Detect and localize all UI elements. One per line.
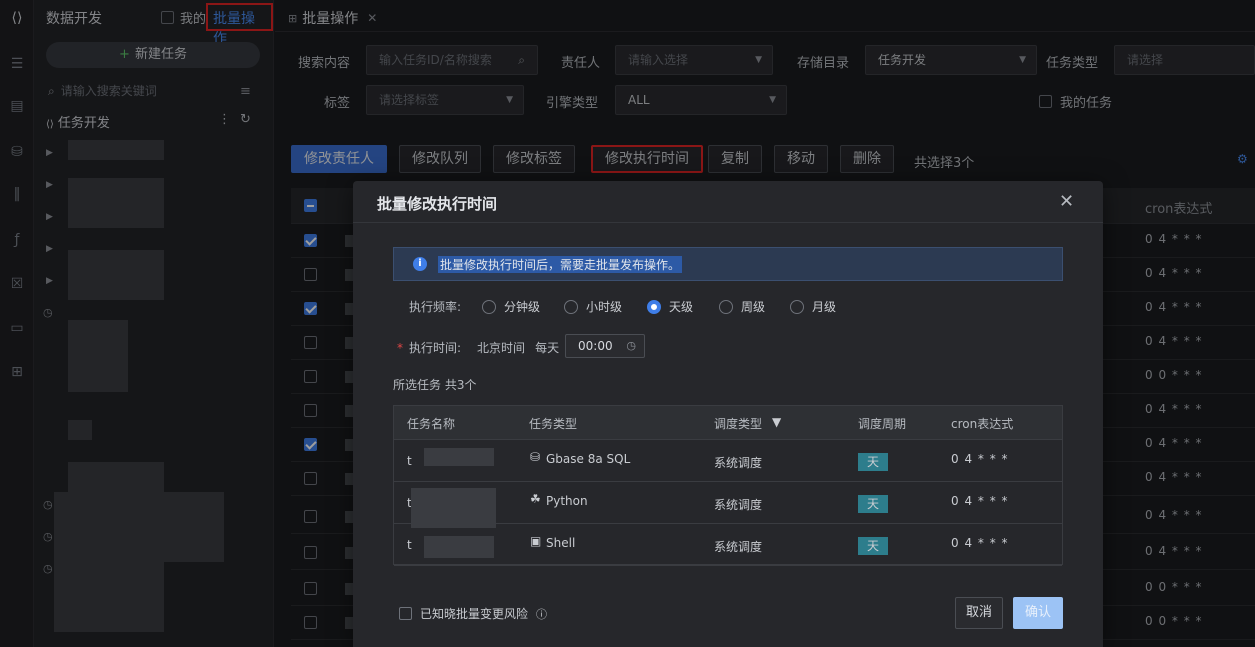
close-icon[interactable]: ✕: [1059, 191, 1074, 212]
time-picker[interactable]: 00:00 ◷: [565, 334, 645, 358]
table-row[interactable]: t Shell 系统调度 0 4 * * * ▣ 天: [394, 524, 1062, 566]
period-badge: 天: [858, 453, 888, 471]
cron-cell: 0 4 * * *: [951, 452, 1009, 466]
time-value: 00:00: [578, 339, 613, 353]
alert-text: 批量修改执行时间后，需要走批量发布操作。: [438, 256, 683, 273]
col-cron: cron表达式: [951, 417, 1014, 431]
blurred-task-name: [424, 448, 494, 466]
radio-label: 周级: [741, 300, 766, 314]
radio-button[interactable]: [647, 299, 661, 314]
col-period: 调度周期: [858, 417, 907, 431]
frequency-label: 执行频率:: [409, 300, 462, 314]
sched-type-cell: 系统调度: [714, 456, 763, 470]
table-header: 任务名称 任务类型 调度类型 ▼ 调度周期 cron表达式: [394, 406, 1062, 440]
sched-type-cell: 系统调度: [714, 498, 763, 512]
database-icon: ⛁: [530, 450, 541, 464]
clock-icon: ◷: [626, 339, 636, 352]
blurred-task-name: [424, 536, 494, 558]
info-circle-icon: ⓘ: [536, 607, 548, 621]
frequency-option[interactable]: 天级: [647, 298, 693, 315]
timezone-text: 北京时间: [477, 341, 526, 355]
col-sched: 调度类型: [714, 417, 763, 431]
frequency-option[interactable]: 分钟级: [482, 298, 540, 315]
task-type-cell: Gbase 8a SQL: [546, 452, 631, 466]
divider: [353, 222, 1103, 223]
batch-time-dialog: 批量修改执行时间 ✕ i 批量修改执行时间后，需要走批量发布操作。 执行频率: …: [353, 181, 1103, 647]
radio-label: 小时级: [586, 300, 623, 314]
task-name-cell: t: [407, 538, 412, 552]
info-icon: i: [413, 257, 427, 271]
task-name-cell: t: [407, 454, 412, 468]
col-type: 任务类型: [529, 417, 578, 431]
filter-icon[interactable]: ▼: [772, 415, 781, 429]
exec-time-label: 执行时间:: [409, 341, 462, 355]
terminal-icon: ▣: [530, 534, 542, 548]
task-type-cell: Shell: [546, 536, 576, 550]
radio-button[interactable]: [719, 299, 733, 314]
info-alert: i 批量修改执行时间后，需要走批量发布操作。: [393, 247, 1063, 281]
python-icon: ☘: [530, 492, 541, 506]
radio-button[interactable]: [790, 299, 804, 314]
exec-time-row: * 执行时间: 北京时间 每天: [397, 339, 559, 356]
frequency-option[interactable]: 小时级: [564, 298, 622, 315]
task-type-cell: Python: [546, 494, 588, 508]
radio-label: 天级: [669, 300, 694, 314]
confirm-button[interactable]: 确认: [1013, 597, 1063, 629]
risk-ack-checkbox[interactable]: 已知晓批量变更风险 ⓘ: [399, 605, 547, 622]
table-row[interactable]: t Gbase 8a SQL 系统调度 0 4 * * * ⛁ 天: [394, 440, 1062, 482]
required-mark: *: [397, 340, 403, 355]
every-day-text: 每天: [535, 341, 560, 355]
frequency-option[interactable]: 周级: [719, 298, 765, 315]
sched-type-cell: 系统调度: [714, 540, 763, 554]
selected-tasks-title: 所选任务 共3个: [393, 378, 477, 392]
col-name: 任务名称: [407, 417, 456, 431]
frequency-option[interactable]: 月级: [790, 298, 836, 315]
blurred-task-name: [411, 488, 496, 528]
radio-label: 月级: [812, 300, 837, 314]
cancel-button[interactable]: 取消: [955, 597, 1003, 629]
period-badge: 天: [858, 537, 888, 555]
period-badge: 天: [858, 495, 888, 513]
cron-cell: 0 4 * * *: [951, 536, 1009, 550]
selected-tasks-table: 任务名称 任务类型 调度类型 ▼ 调度周期 cron表达式 t Gbase 8a …: [393, 405, 1063, 566]
risk-check-box[interactable]: [399, 607, 412, 620]
cron-cell: 0 4 * * *: [951, 494, 1009, 508]
risk-label: 已知晓批量变更风险: [420, 607, 529, 621]
radio-label: 分钟级: [504, 300, 541, 314]
dialog-title: 批量修改执行时间: [377, 195, 498, 213]
radio-button[interactable]: [564, 299, 578, 314]
radio-button[interactable]: [482, 299, 496, 314]
